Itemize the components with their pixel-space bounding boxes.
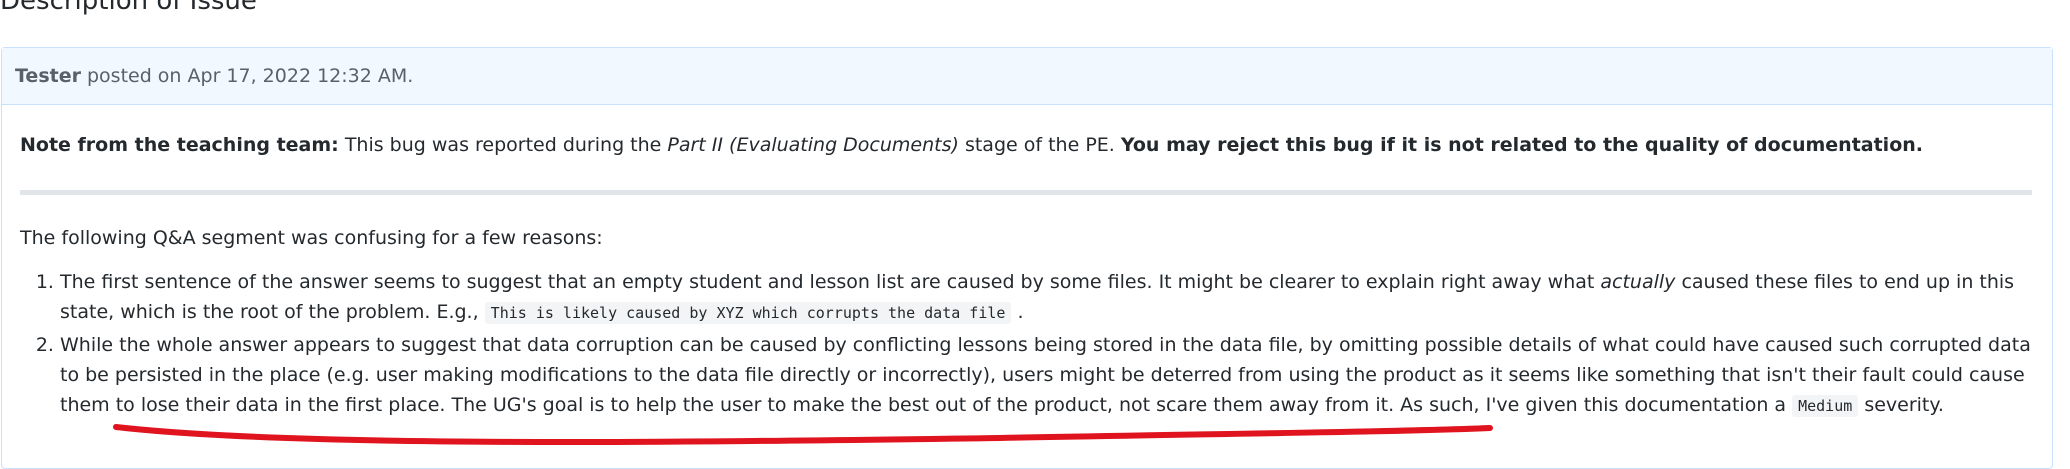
list-item-text: severity. xyxy=(1858,394,1944,416)
list-item: The first sentence of the answer seems t… xyxy=(60,267,2034,328)
inline-code: This is likely caused by XYZ which corru… xyxy=(484,302,1012,324)
divider xyxy=(20,190,2032,195)
list-item: While the whole answer appears to sugges… xyxy=(60,330,2034,421)
note-reject-text: You may reject this bug if it is not rel… xyxy=(1120,134,1923,156)
note-text-2: stage of the PE. xyxy=(958,134,1121,156)
note-stage: Part II (Evaluating Documents) xyxy=(667,134,959,156)
intro-text: The following Q&A segment was confusing … xyxy=(20,227,603,249)
comment-body: Note from the teaching team: This bug wa… xyxy=(2,105,2052,421)
list-item-emphasis: actually xyxy=(1600,271,1676,293)
comment-box: Tester posted on Apr 17, 2022 12:32 AM. … xyxy=(1,47,2053,469)
comment-header: Tester posted on Apr 17, 2022 12:32 AM. xyxy=(2,48,2052,105)
note-label: Note from the teaching team: xyxy=(20,134,339,156)
section-title: Description of Issue xyxy=(0,0,257,16)
teaching-team-note: Note from the teaching team: This bug wa… xyxy=(20,105,2034,170)
comment-author[interactable]: Tester xyxy=(15,65,81,87)
comment-posted-time: posted on Apr 17, 2022 12:32 AM. xyxy=(86,65,414,87)
list-item-text: . xyxy=(1011,301,1024,323)
list-item-text: The first sentence of the answer seems t… xyxy=(60,271,1601,293)
note-text-1: This bug was reported during the xyxy=(338,134,668,156)
issue-list: The first sentence of the answer seems t… xyxy=(20,267,2034,421)
list-item-text: While the whole answer appears to sugges… xyxy=(60,334,2031,416)
inline-code: Medium xyxy=(1792,395,1859,417)
